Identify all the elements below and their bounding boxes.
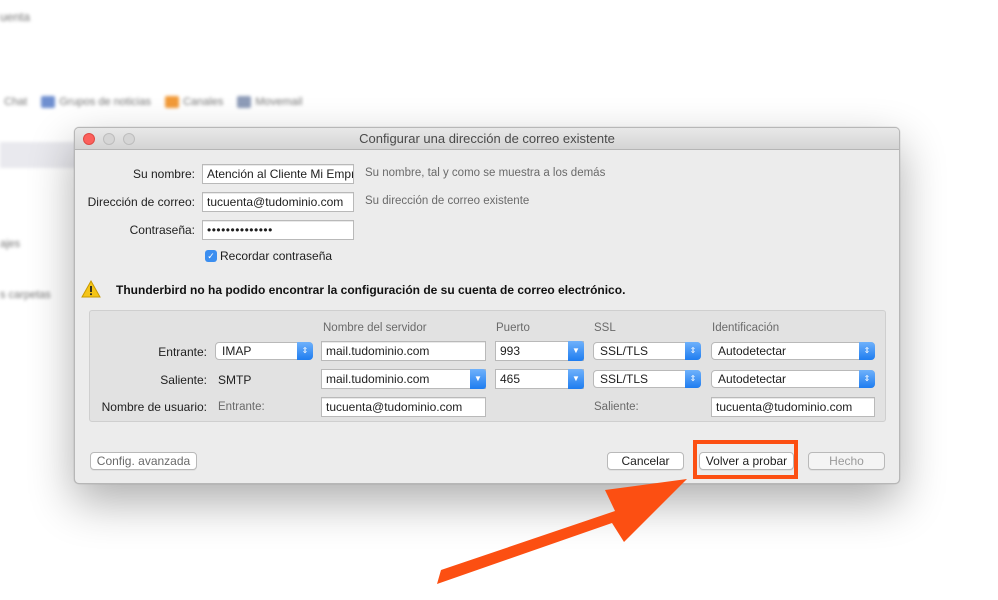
annotation-arrow-icon — [437, 479, 687, 584]
